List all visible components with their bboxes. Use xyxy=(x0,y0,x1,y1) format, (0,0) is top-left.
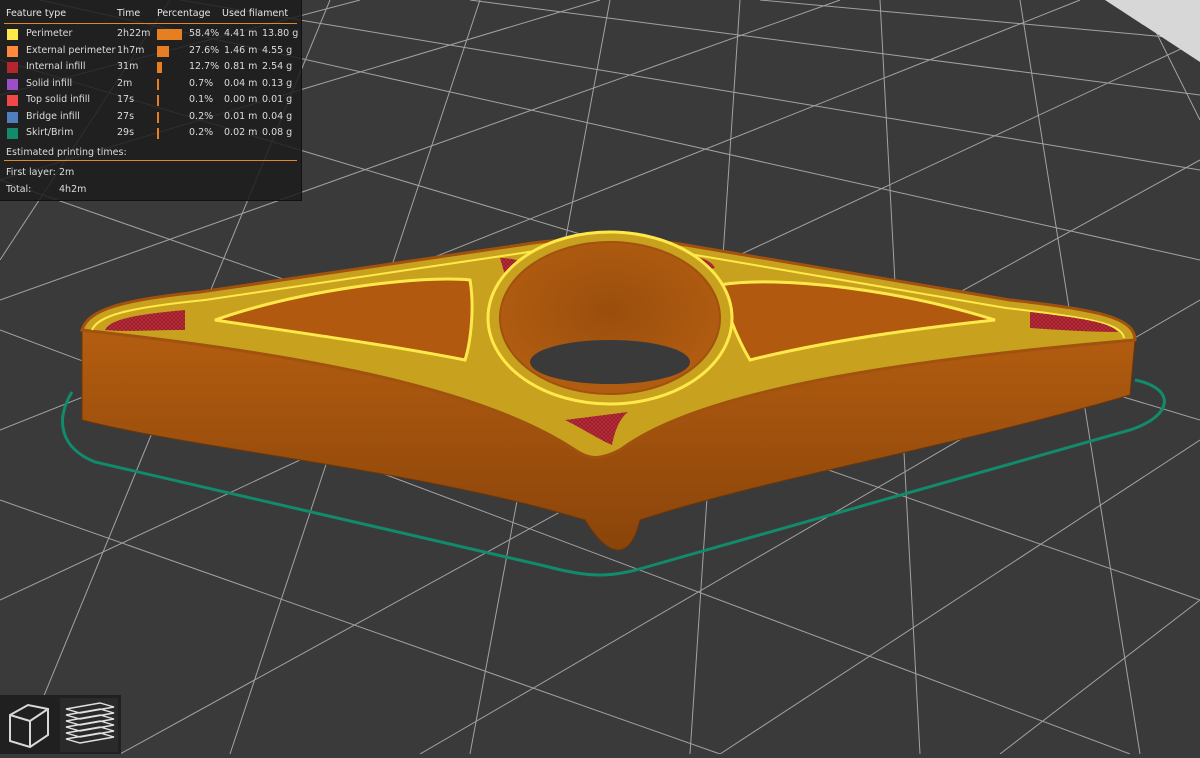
total-value: 4h2m xyxy=(59,184,87,195)
header-percentage: Percentage xyxy=(157,8,211,19)
feature-percentage: 0.2% xyxy=(189,110,214,122)
legend-color-swatch xyxy=(7,111,18,123)
feature-name: Top solid infill xyxy=(26,94,91,105)
feature-length: 4.41 m xyxy=(224,28,258,39)
view-toolbar xyxy=(0,695,121,754)
footer-separator xyxy=(4,160,297,161)
percentage-bar xyxy=(157,78,159,90)
legend-row: Skirt/Brim 29s 0.2% 0.02 m 0.08 g xyxy=(0,125,301,141)
legend-row: Bridge infill 27s 0.2% 0.01 m 0.04 g xyxy=(0,109,301,125)
feature-percentage: 12.7% xyxy=(189,61,220,72)
percentage-bar xyxy=(157,128,159,139)
percentage-bar xyxy=(157,45,169,57)
feature-weight: 0.01 g xyxy=(262,94,293,105)
percentage-bar xyxy=(157,95,159,106)
legend-row: Top solid infill 17s 0.1% 0.00 m 0.01 g xyxy=(0,92,301,108)
percentage-bar xyxy=(157,62,163,73)
feature-time: 27s xyxy=(117,110,135,122)
percentage-bar xyxy=(157,29,182,40)
feature-name: Bridge infill xyxy=(26,110,80,122)
center-hole-floor xyxy=(530,340,690,384)
feature-length: 1.46 m xyxy=(224,44,258,56)
feature-time: 1h7m xyxy=(117,44,145,56)
feature-name: External perimeter xyxy=(26,44,116,56)
feature-percentage: 58.4% xyxy=(189,28,220,39)
feature-weight: 0.13 g xyxy=(262,77,293,89)
feature-weight: 4.55 g xyxy=(262,44,293,56)
feature-time: 31m xyxy=(117,61,139,72)
feature-name: Skirt/Brim xyxy=(26,127,74,138)
feature-percentage: 0.1% xyxy=(189,94,214,105)
legend-color-swatch xyxy=(7,29,18,40)
first-layer-label: First layer: xyxy=(6,167,56,178)
legend-row: Perimeter 2h22m 58.4% 4.41 m 13.80 g xyxy=(0,26,301,42)
layers-view-icon[interactable] xyxy=(60,698,118,752)
legend-panel: Feature type Time Percentage Used filame… xyxy=(0,0,302,201)
percentage-bar xyxy=(157,111,159,123)
feature-percentage: 0.7% xyxy=(189,77,214,89)
first-layer-value: 2m xyxy=(59,167,75,178)
feature-percentage: 27.6% xyxy=(189,44,220,56)
total-label: Total: xyxy=(6,184,32,195)
header-time: Time xyxy=(117,8,141,19)
legend-color-swatch xyxy=(7,78,18,90)
feature-time: 2h22m xyxy=(117,28,151,39)
legend-color-swatch xyxy=(7,128,18,139)
bed-edge xyxy=(1105,0,1200,62)
feature-name: Internal infill xyxy=(26,61,86,72)
feature-length: 0.04 m xyxy=(224,77,258,89)
feature-weight: 13.80 g xyxy=(262,28,299,39)
header-used-filament: Used filament xyxy=(222,8,289,19)
3d-view-icon[interactable] xyxy=(2,698,57,752)
legend-color-swatch xyxy=(7,95,18,106)
header-feature-type: Feature type xyxy=(6,8,67,19)
feature-length: 0.02 m xyxy=(224,127,258,138)
legend-color-swatch xyxy=(7,45,18,57)
feature-weight: 0.04 g xyxy=(262,110,293,122)
feature-length: 0.01 m xyxy=(224,110,258,122)
feature-percentage: 0.2% xyxy=(189,127,214,138)
legend-row: Solid infill 2m 0.7% 0.04 m 0.13 g xyxy=(0,76,301,92)
legend-row: External perimeter 1h7m 27.6% 1.46 m 4.55 g xyxy=(0,43,301,59)
feature-name: Solid infill xyxy=(26,77,73,89)
feature-name: Perimeter xyxy=(26,28,73,39)
header-separator xyxy=(4,23,297,24)
feature-time: 2m xyxy=(117,77,133,89)
feature-length: 0.00 m xyxy=(224,94,258,105)
feature-weight: 0.08 g xyxy=(262,127,293,138)
legend-row: Internal infill 31m 12.7% 0.81 m 2.54 g xyxy=(0,59,301,75)
legend-color-swatch xyxy=(7,62,18,73)
feature-length: 0.81 m xyxy=(224,61,258,72)
feature-time: 17s xyxy=(117,94,135,105)
estimated-times-label: Estimated printing times: xyxy=(6,147,127,158)
feature-weight: 2.54 g xyxy=(262,61,293,72)
feature-time: 29s xyxy=(117,127,135,138)
